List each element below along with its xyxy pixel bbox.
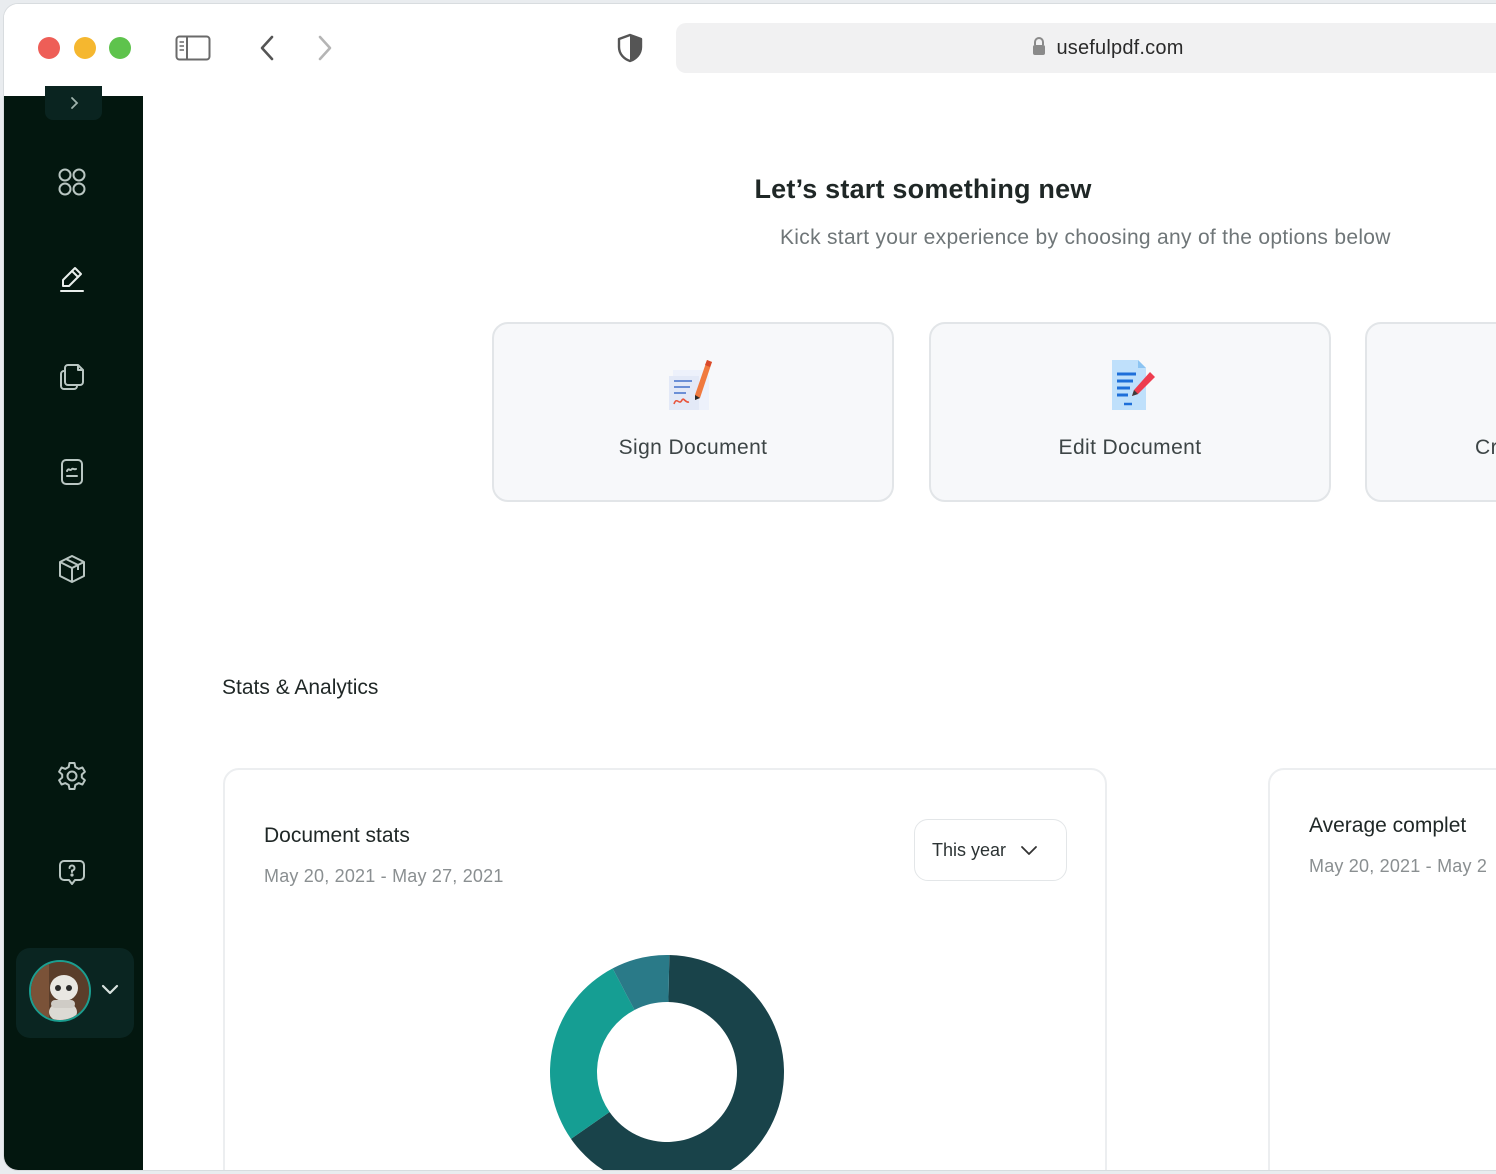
help-chat-icon[interactable]: [48, 849, 96, 897]
lock-icon: [1032, 36, 1046, 61]
minimize-window-button[interactable]: [74, 37, 96, 59]
maximize-window-button[interactable]: [109, 37, 131, 59]
edit-document-card[interactable]: Edit Document: [929, 322, 1331, 502]
expand-sidebar-button[interactable]: [45, 86, 102, 120]
box-icon[interactable]: [48, 545, 96, 593]
create-document-label: Cr: [1475, 436, 1496, 459]
sign-document-label: Sign Document: [618, 436, 768, 459]
forward-arrow-icon[interactable]: [310, 30, 340, 66]
back-arrow-icon[interactable]: [252, 30, 282, 66]
hero-subtitle: Kick start your experience by choosing a…: [780, 226, 1391, 249]
privacy-shield-icon[interactable]: [614, 30, 646, 66]
chevron-down-icon: [1020, 840, 1038, 861]
file-edit-icon[interactable]: [48, 448, 96, 496]
edit-document-icon: [1100, 356, 1160, 419]
sign-pen-icon[interactable]: [48, 255, 96, 303]
sidebar-toggle-icon[interactable]: [174, 30, 212, 66]
avatar[interactable]: [29, 960, 91, 1022]
document-stats-donut-chart: [550, 955, 784, 1170]
sign-document-icon: [663, 356, 723, 419]
url-text: usefulpdf.com: [1056, 36, 1184, 59]
document-stats-card: Document stats May 20, 2021 - May 27, 20…: [223, 768, 1107, 1170]
hero-title: Let’s start something new: [754, 174, 1092, 204]
browser-toolbar: usefulpdf.com: [4, 4, 1496, 97]
document-stats-range: May 20, 2021 - May 27, 2021: [264, 866, 504, 886]
documents-icon[interactable]: [48, 352, 96, 400]
main-content: Let’s start something new Kick start you…: [143, 96, 1496, 1170]
chevron-down-icon[interactable]: [100, 982, 120, 1001]
dashboard-icon[interactable]: [48, 158, 96, 206]
donut-slice-2: [550, 968, 635, 1139]
period-select[interactable]: This year: [914, 819, 1067, 881]
settings-gear-icon[interactable]: [48, 752, 96, 800]
section-title: Stats & Analytics: [222, 676, 379, 699]
average-completion-range: May 20, 2021 - May 2: [1309, 856, 1488, 876]
average-completion-card: Average complet May 20, 2021 - May 2: [1268, 768, 1496, 1170]
user-menu[interactable]: [16, 948, 134, 1038]
document-stats-title: Document stats: [264, 824, 410, 847]
app-sidebar: [4, 86, 143, 1170]
period-select-value: This year: [932, 839, 1007, 860]
close-window-button[interactable]: [38, 37, 60, 59]
browser-window: usefulpdf.com Let’s start something new …: [4, 4, 1496, 1170]
sign-document-card[interactable]: Sign Document: [492, 322, 894, 502]
create-document-card[interactable]: Cr: [1365, 322, 1496, 502]
average-completion-title: Average complet: [1309, 814, 1467, 837]
edit-document-label: Edit Document: [1058, 436, 1202, 459]
address-bar[interactable]: usefulpdf.com: [676, 23, 1496, 73]
